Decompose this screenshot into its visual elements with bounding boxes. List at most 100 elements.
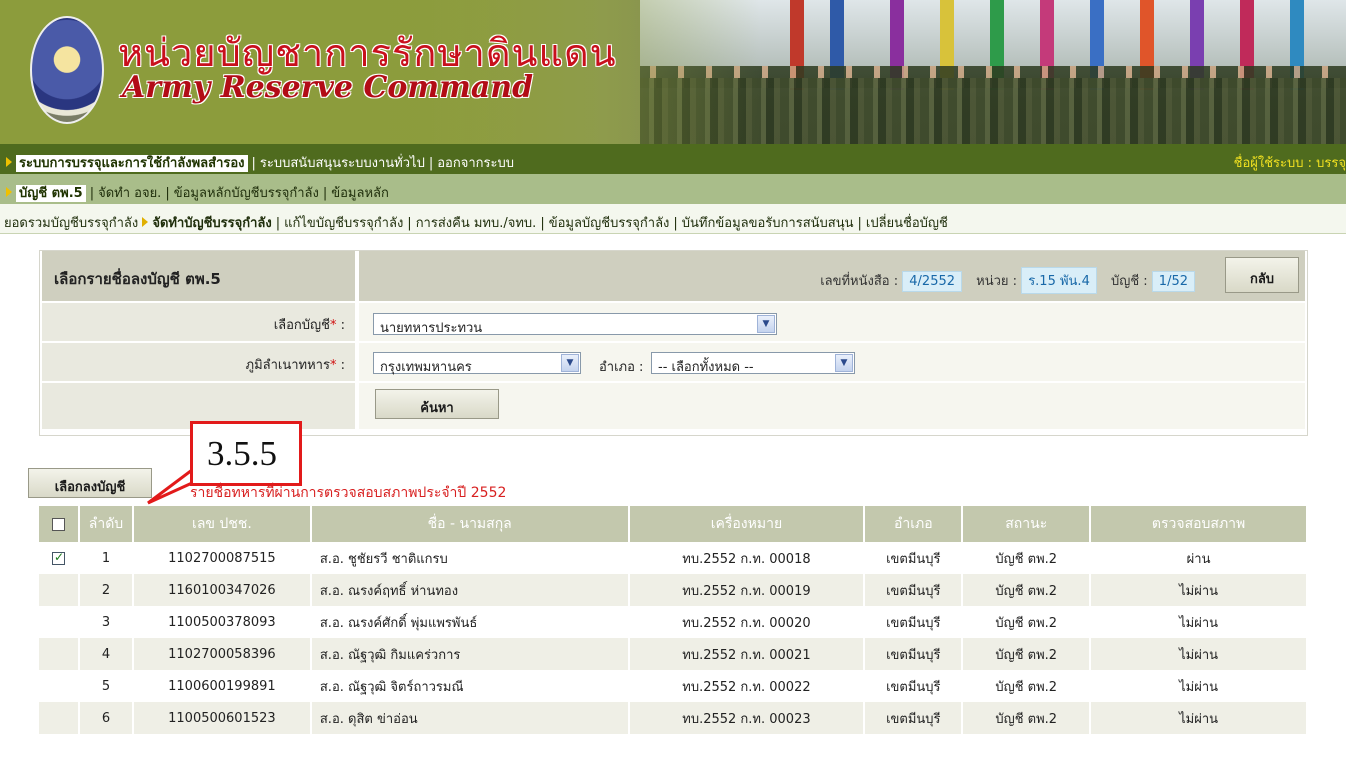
callout-label: 3.5.5	[207, 434, 277, 473]
unit-value: ร.15 พัน.4	[1021, 267, 1097, 294]
form-header-info: เลขที่หนังสือ : 4/2552 หน่วย : ร.15 พัน.…	[359, 251, 1305, 301]
cell-district: เขตมีนบุรี	[864, 574, 964, 606]
header-name: ชื่อ - นามสกุล	[310, 506, 630, 542]
arrow-icon	[6, 157, 12, 167]
callout-arrow	[147, 467, 194, 505]
nav-item-account-data[interactable]: ข้อมูลบัญชีบรรจุกำลัง	[549, 216, 670, 231]
search-form-panel: เลือกรายชื่อลงบัญชี ตพ.5 เลขที่หนังสือ :…	[39, 250, 1308, 436]
required-mark: *	[329, 318, 337, 333]
cell-district: เขตมีนบุรี	[864, 670, 964, 702]
cell-status: บัญชี ตพ.2	[962, 574, 1092, 606]
nav-item-total[interactable]: ยอดรวมบัญชีบรรจุกำลัง	[4, 216, 138, 231]
nav-item-edit-account[interactable]: แก้ไขบัญชีบรรจุกำลัง	[284, 216, 403, 231]
separator: |	[857, 216, 862, 231]
separator: |	[428, 156, 434, 171]
nav-item-reserve-system[interactable]: ระบบการบรรจุและการใช้กำลังพลสำรอง	[16, 155, 248, 172]
separator: |	[251, 156, 256, 171]
cell-mark: ทบ.2552 ก.ท. 00022	[628, 670, 866, 702]
table-row[interactable]: 6 1100500601523 ส.อ. ดุสิต ข่าอ่อน ทบ.25…	[39, 702, 1308, 734]
nav-item-return[interactable]: การส่งคืน มทบ./จทบ.	[416, 216, 537, 231]
search-button[interactable]: ค้นหา	[375, 389, 499, 419]
cell-district: เขตมีนบุรี	[864, 638, 964, 670]
table-row[interactable]: 4 1102700058396 ส.อ. ณัฐวุฒิ กิมแคร่วการ…	[39, 638, 1308, 670]
cell-check: ไม่ผ่าน	[1090, 702, 1308, 734]
cell-mark: ทบ.2552 ก.ท. 00020	[628, 606, 866, 638]
province-select[interactable]: กรุงเทพมหานคร ▼	[373, 352, 581, 375]
back-button[interactable]: กลับ	[1225, 257, 1299, 293]
table-row[interactable]: 5 1100600199891 ส.อ. ณัฐวุฒิ จิตร์ถาวรมณ…	[39, 670, 1308, 702]
header-banner: หน่วยบัญชาการรักษาดินแดน Army Reserve Co…	[0, 0, 1346, 144]
nav-item-master-account[interactable]: ข้อมูลหลักบัญชีบรรจุกำลัง	[174, 186, 319, 201]
callout-annotation: 3.5.5	[190, 421, 302, 486]
row-select-cell	[39, 638, 80, 670]
doc-no-value: 4/2552	[902, 271, 963, 292]
cell-id: 1102700087515	[132, 542, 312, 574]
cell-name: ส.อ. ดุสิต ข่าอ่อน	[310, 702, 630, 734]
account-value: 1/52	[1151, 271, 1195, 292]
nav-item-create-account[interactable]: จัดทำบัญชีบรรจุกำลัง	[152, 216, 271, 231]
table-row[interactable]: 3 1100500378093 ส.อ. ณรงค์ศักดิ์ พุ่มแพร…	[39, 606, 1308, 638]
section-nav: ยอดรวมบัญชีบรรจุกำลัง จัดทำบัญชีบรรจุกำล…	[0, 204, 1346, 234]
cell-district: เขตมีนบุรี	[864, 606, 964, 638]
cell-id: 1102700058396	[132, 638, 312, 670]
row-select-cell[interactable]	[39, 542, 80, 574]
nav-item-master-data[interactable]: ข้อมูลหลัก	[331, 186, 389, 201]
cell-name: ส.อ. ณัฐวุฒิ กิมแคร่วการ	[310, 638, 630, 670]
row-checkbox[interactable]	[51, 550, 65, 565]
row-select-cell	[39, 702, 80, 734]
cell-check: ไม่ผ่าน	[1090, 670, 1308, 702]
nav-item-support-system[interactable]: ระบบสนับสนุนระบบงานทั่วไป	[260, 156, 425, 171]
cell-mark: ทบ.2552 ก.ท. 00023	[628, 702, 866, 734]
emblem-logo	[30, 16, 104, 124]
sub-nav: บัญชี ตพ.5 | จัดทำ อจย. | ข้อมูลหลักบัญชีบรร…	[0, 174, 1346, 204]
district-select-value: -- เลือกทั้งหมด --	[658, 360, 754, 375]
header-check: ตรวจสอบสภาพ	[1090, 506, 1308, 542]
cell-name: ส.อ. ณรงค์ศักดิ์ พุ่มแพรพันธ์	[310, 606, 630, 638]
province-select-value: กรุงเทพมหานคร	[380, 360, 472, 375]
separator: |	[275, 216, 281, 231]
cell-district: เขตมีนบุรี	[864, 542, 964, 574]
nav-item-tp5[interactable]: บัญชี ตพ.5	[16, 185, 86, 202]
domicile-label-cell: ภูมิลำเนาทหาร* :	[42, 343, 355, 381]
header-select-all[interactable]	[39, 506, 80, 542]
separator: |	[407, 216, 412, 231]
form-title: เลือกรายชื่อลงบัญชี ตพ.5	[42, 251, 355, 301]
row-select-cell	[39, 670, 80, 702]
table-row[interactable]: 2 1160100347026 ส.อ. ณรงค์ฤทธิ์ ห่านทอง …	[39, 574, 1308, 606]
label-colon: :	[340, 318, 345, 333]
nav-item-ajy[interactable]: จัดทำ อจย.	[98, 186, 161, 201]
header-district: อำเภอ	[864, 506, 964, 542]
document-info: เลขที่หนังสือ : 4/2552 หน่วย : ร.15 พัน.…	[820, 267, 1195, 294]
cell-name: ส.อ. ชูชัยรวี ชาติแกรบ	[310, 542, 630, 574]
nav-item-logout[interactable]: ออกจากระบบ	[437, 156, 514, 171]
domicile-value-cell: กรุงเทพมหานคร ▼ อำเภอ : -- เลือกทั้งหมด …	[359, 343, 1305, 381]
select-to-account-button[interactable]: เลือกลงบัญชี	[28, 468, 152, 498]
unit-label: หน่วย :	[976, 274, 1018, 289]
nav-item-support-request[interactable]: บันทึกข้อมูลขอรับการสนับสนุน	[682, 216, 854, 231]
cell-status: บัญชี ตพ.2	[962, 702, 1092, 734]
chevron-down-icon[interactable]: ▼	[835, 354, 853, 372]
account-select[interactable]: นายทหารประทวน ▼	[373, 313, 777, 336]
cell-status: บัญชี ตพ.2	[962, 670, 1092, 702]
cell-check: ไม่ผ่าน	[1090, 574, 1308, 606]
select-account-label: เลือกบัญชี	[273, 318, 330, 333]
chevron-down-icon[interactable]: ▼	[757, 315, 775, 333]
table-row[interactable]: 1 1102700087515 ส.อ. ชูชัยรวี ชาติแกรบ ท…	[39, 542, 1308, 574]
select-all-checkbox[interactable]	[51, 517, 65, 531]
user-label: ชื่อผู้ใช้ระบบ : บรรจุ	[1233, 156, 1346, 171]
account-label: บัญชี :	[1110, 274, 1148, 289]
select-account-label-cell: เลือกบัญชี* :	[42, 303, 355, 341]
chevron-down-icon[interactable]: ▼	[561, 354, 579, 372]
district-label: อำเภอ :	[599, 360, 644, 375]
table-header-row: ลำดับ เลข ปชช. ชื่อ - นามสกุล เครื่องหมา…	[39, 506, 1308, 542]
nav-item-rename-account[interactable]: เปลี่ยนชื่อบัญชี	[866, 216, 948, 231]
required-mark: *	[329, 358, 337, 373]
cell-no: 4	[78, 638, 134, 670]
cell-district: เขตมีนบุรี	[864, 702, 964, 734]
label-colon: :	[340, 358, 345, 373]
district-select[interactable]: -- เลือกทั้งหมด -- ▼	[651, 352, 855, 375]
separator: |	[165, 186, 170, 201]
domicile-label: ภูมิลำเนาทหาร	[245, 358, 330, 373]
cell-no: 5	[78, 670, 134, 702]
cell-mark: ทบ.2552 ก.ท. 00019	[628, 574, 866, 606]
